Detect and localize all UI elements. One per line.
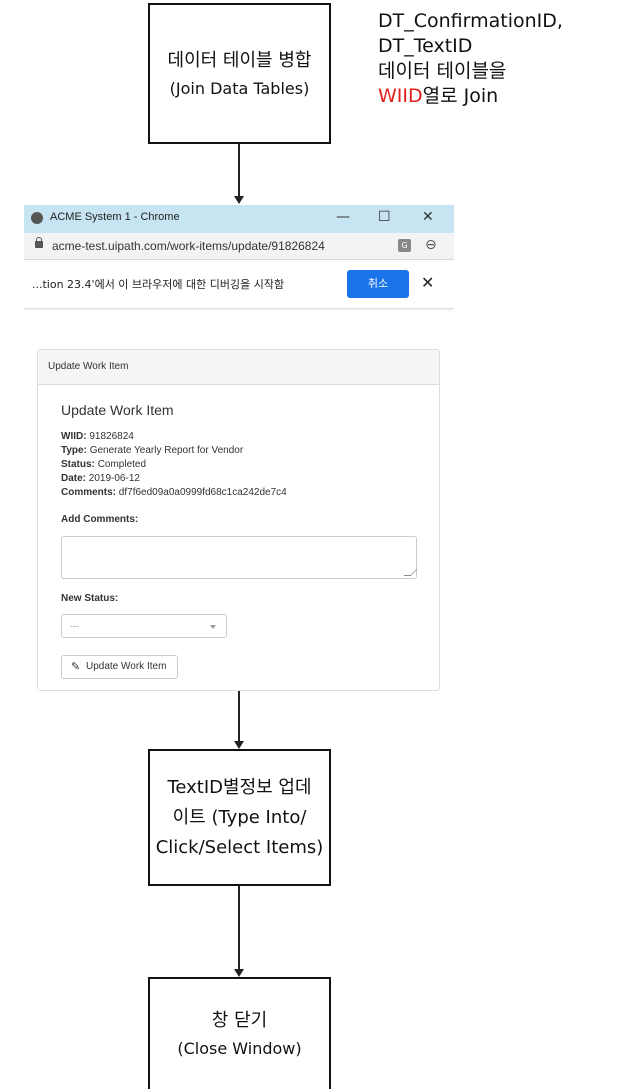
update-work-item-panel: Update Work Item Update Work Item WIID: … [37,349,440,691]
window-title: ACME System 1 - Chrome [50,211,180,223]
field-label: Type: [61,445,87,456]
new-status-select[interactable]: --- [61,614,227,638]
field-status: Status: Completed [61,459,146,470]
annotation-text: 열로 Join [422,85,499,107]
flow-step-sublabel: (Close Window) [177,1039,302,1058]
flow-arrowhead [234,196,244,204]
field-value: 2019-06-12 [88,473,140,484]
update-work-item-button[interactable]: ✎ Update Work Item [61,655,178,679]
flow-arrow-line [238,691,240,741]
title-bar: ACME System 1 - Chrome — ☐ ✕ [24,205,454,233]
field-value: df7f6ed09a0a0999fd68c1ca242de7c4 [118,487,287,498]
minimize-button[interactable]: — [336,209,350,225]
flow-arrow-line [238,886,240,970]
flow-step-sublabel: (Join Data Tables) [169,78,310,98]
maximize-button[interactable]: ☐ [378,209,391,225]
field-label: Comments: [61,487,117,498]
page-title: Update Work Item [61,402,174,418]
field-label: WIID: [61,431,87,442]
field-value: Completed [97,459,147,470]
flow-step-label: 데이터 테이블 병합 [167,49,312,71]
field-value: Generate Yearly Report for Vendor [89,445,244,456]
select-value: --- [70,621,79,631]
infobar-close-icon[interactable]: ✕ [421,273,434,292]
pencil-icon: ✎ [71,661,81,673]
button-label: Update Work Item [86,661,167,672]
flow-step-join-data-tables: 데이터 테이블 병합 (Join Data Tables) [148,3,331,144]
translate-icon[interactable]: G [398,239,411,252]
field-comments: Comments: df7f6ed09a0a0999fd68c1ca242de7… [61,487,287,498]
address-bar[interactable]: acme-test.uipath.com/work-items/update/9… [24,233,454,260]
close-window-button[interactable]: ✕ [422,209,434,225]
flow-step-label: TextID별정보 업데 [167,776,312,798]
field-date: Date: 2019-06-12 [61,473,140,484]
field-value: 91826824 [89,431,134,442]
zoom-icon[interactable]: ⊖ [425,237,437,253]
chevron-down-icon [210,625,216,629]
field-label: Status: [61,459,95,470]
browser-window: ACME System 1 - Chrome — ☐ ✕ acme-test.u… [24,205,454,691]
annotation-note: DT_ConfirmationID, DT_TextID 데이터 테이블을 WI… [378,9,563,109]
flow-arrowhead [234,741,244,749]
new-status-label: New Status: [61,593,119,604]
panel-heading: Update Work Item [38,350,439,385]
flow-step-close-window: 창 닫기 (Close Window) [148,977,331,1089]
infobar-cancel-button[interactable]: 취소 [347,270,409,298]
resize-grip-icon[interactable] [403,569,418,576]
infobar-message: ...tion 23.4'에서 이 브라우저에 대한 디버깅을 시작함 [32,278,285,291]
annotation-line: WIID열로 Join [378,84,563,109]
url-text[interactable]: acme-test.uipath.com/work-items/update/9… [52,239,325,253]
flow-arrowhead [234,969,244,977]
lock-icon [35,237,43,248]
annotation-line: DT_TextID [378,35,473,57]
annotation-line: 데이터 테이블을 [378,60,507,82]
field-label: Date: [61,473,87,484]
field-wiid: WIID: 91826824 [61,431,134,442]
flow-step-update-by-textid: TextID별정보 업데 이트 (Type Into/ Click/Select… [148,749,331,886]
comments-textarea[interactable] [61,536,418,579]
flow-step-label: 창 닫기 [211,1010,268,1031]
globe-icon [31,212,43,224]
add-comments-label: Add Comments: [61,514,139,525]
annotation-line: DT_ConfirmationID, [378,10,563,32]
flow-step-label: Click/Select Items) [155,836,324,858]
flow-step-label: 이트 (Type Into/ [172,806,307,828]
annotation-highlight: WIID [378,85,423,107]
field-type: Type: Generate Yearly Report for Vendor [61,445,243,456]
flow-arrow-line [238,144,240,196]
debug-infobar: ...tion 23.4'에서 이 브라우저에 대한 디버깅을 시작함 취소 ✕ [24,260,454,309]
